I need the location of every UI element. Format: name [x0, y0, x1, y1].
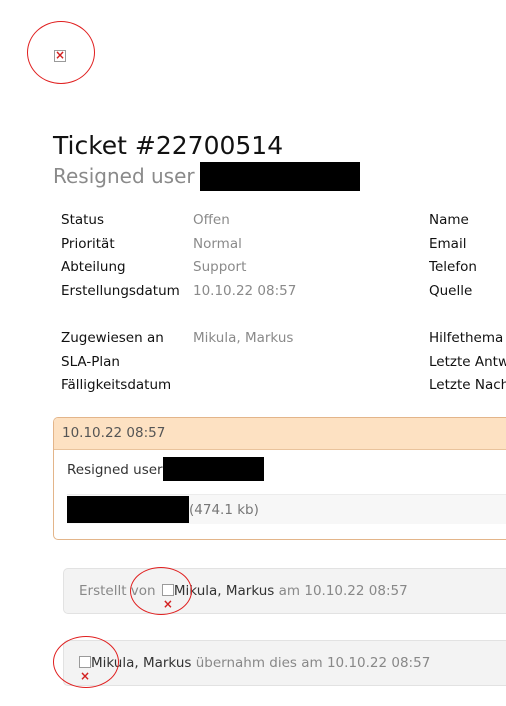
message-text: Resigned user	[67, 462, 163, 478]
info-label: Fälligkeitsdatum	[61, 377, 172, 393]
info-label: Status	[61, 212, 105, 228]
ticket-subtitle: Resigned user	[53, 162, 360, 191]
attachment-row[interactable]: (474.1 kb)	[67, 494, 506, 524]
redacted-filename[interactable]	[67, 496, 189, 523]
info-value-department: Support	[193, 259, 247, 275]
attachment-size: (474.1 kb)	[189, 502, 259, 518]
redacted-block	[199, 162, 360, 191]
avatar-broken-image-icon	[161, 582, 174, 626]
info-label: Zugewiesen an	[61, 330, 164, 346]
event-user[interactable]: Mikula, Markus	[91, 655, 191, 671]
ticket-info-right-2: Hilfethema Letzte Antw Letzte Nach	[429, 326, 506, 406]
info-label: Letzte Nach	[429, 377, 506, 393]
info-label: Abteilung	[61, 259, 126, 275]
event-user[interactable]: Mikula, Markus	[174, 583, 274, 599]
info-value-priority: Normal	[193, 235, 242, 252]
event-text: übernahm dies am 10.10.22 08:57	[195, 655, 431, 671]
info-label: Name	[429, 212, 469, 228]
subtitle-text: Resigned user	[53, 164, 195, 188]
page-title: Ticket #22700514	[53, 131, 284, 160]
info-label: Letzte Antw	[429, 353, 506, 370]
thread-message: 10.10.22 08:57 Resigned user (474.1 kb)	[53, 417, 506, 540]
message-body: Resigned user	[54, 457, 264, 481]
info-label: Erstellungsdatum	[61, 283, 180, 299]
redacted-block	[162, 457, 264, 481]
info-label: Priorität	[61, 235, 115, 252]
info-label: SLA-Plan	[61, 353, 120, 370]
message-header: 10.10.22 08:57	[54, 418, 506, 450]
avatar-broken-image-icon	[79, 654, 91, 698]
event-text: Erstellt von	[79, 583, 156, 599]
info-label: Email	[429, 235, 467, 252]
event-created: Erstellt von Mikula, Markus am 10.10.22 …	[63, 568, 506, 626]
logo-broken-image-icon	[54, 48, 66, 62]
info-label: Hilfethema	[429, 330, 504, 346]
info-label: Quelle	[429, 283, 473, 299]
info-value-created: 10.10.22 08:57	[193, 283, 297, 299]
event-time: am 10.10.22 08:57	[278, 583, 408, 599]
event-assigned: Mikula, Markus übernahm dies am 10.10.22…	[63, 640, 506, 698]
info-label: Telefon	[429, 259, 477, 275]
info-value-status: Offen	[193, 212, 230, 228]
ticket-info-right: Name Email Telefon Quelle	[429, 208, 506, 308]
info-value-assigned: Mikula, Markus	[193, 330, 294, 346]
